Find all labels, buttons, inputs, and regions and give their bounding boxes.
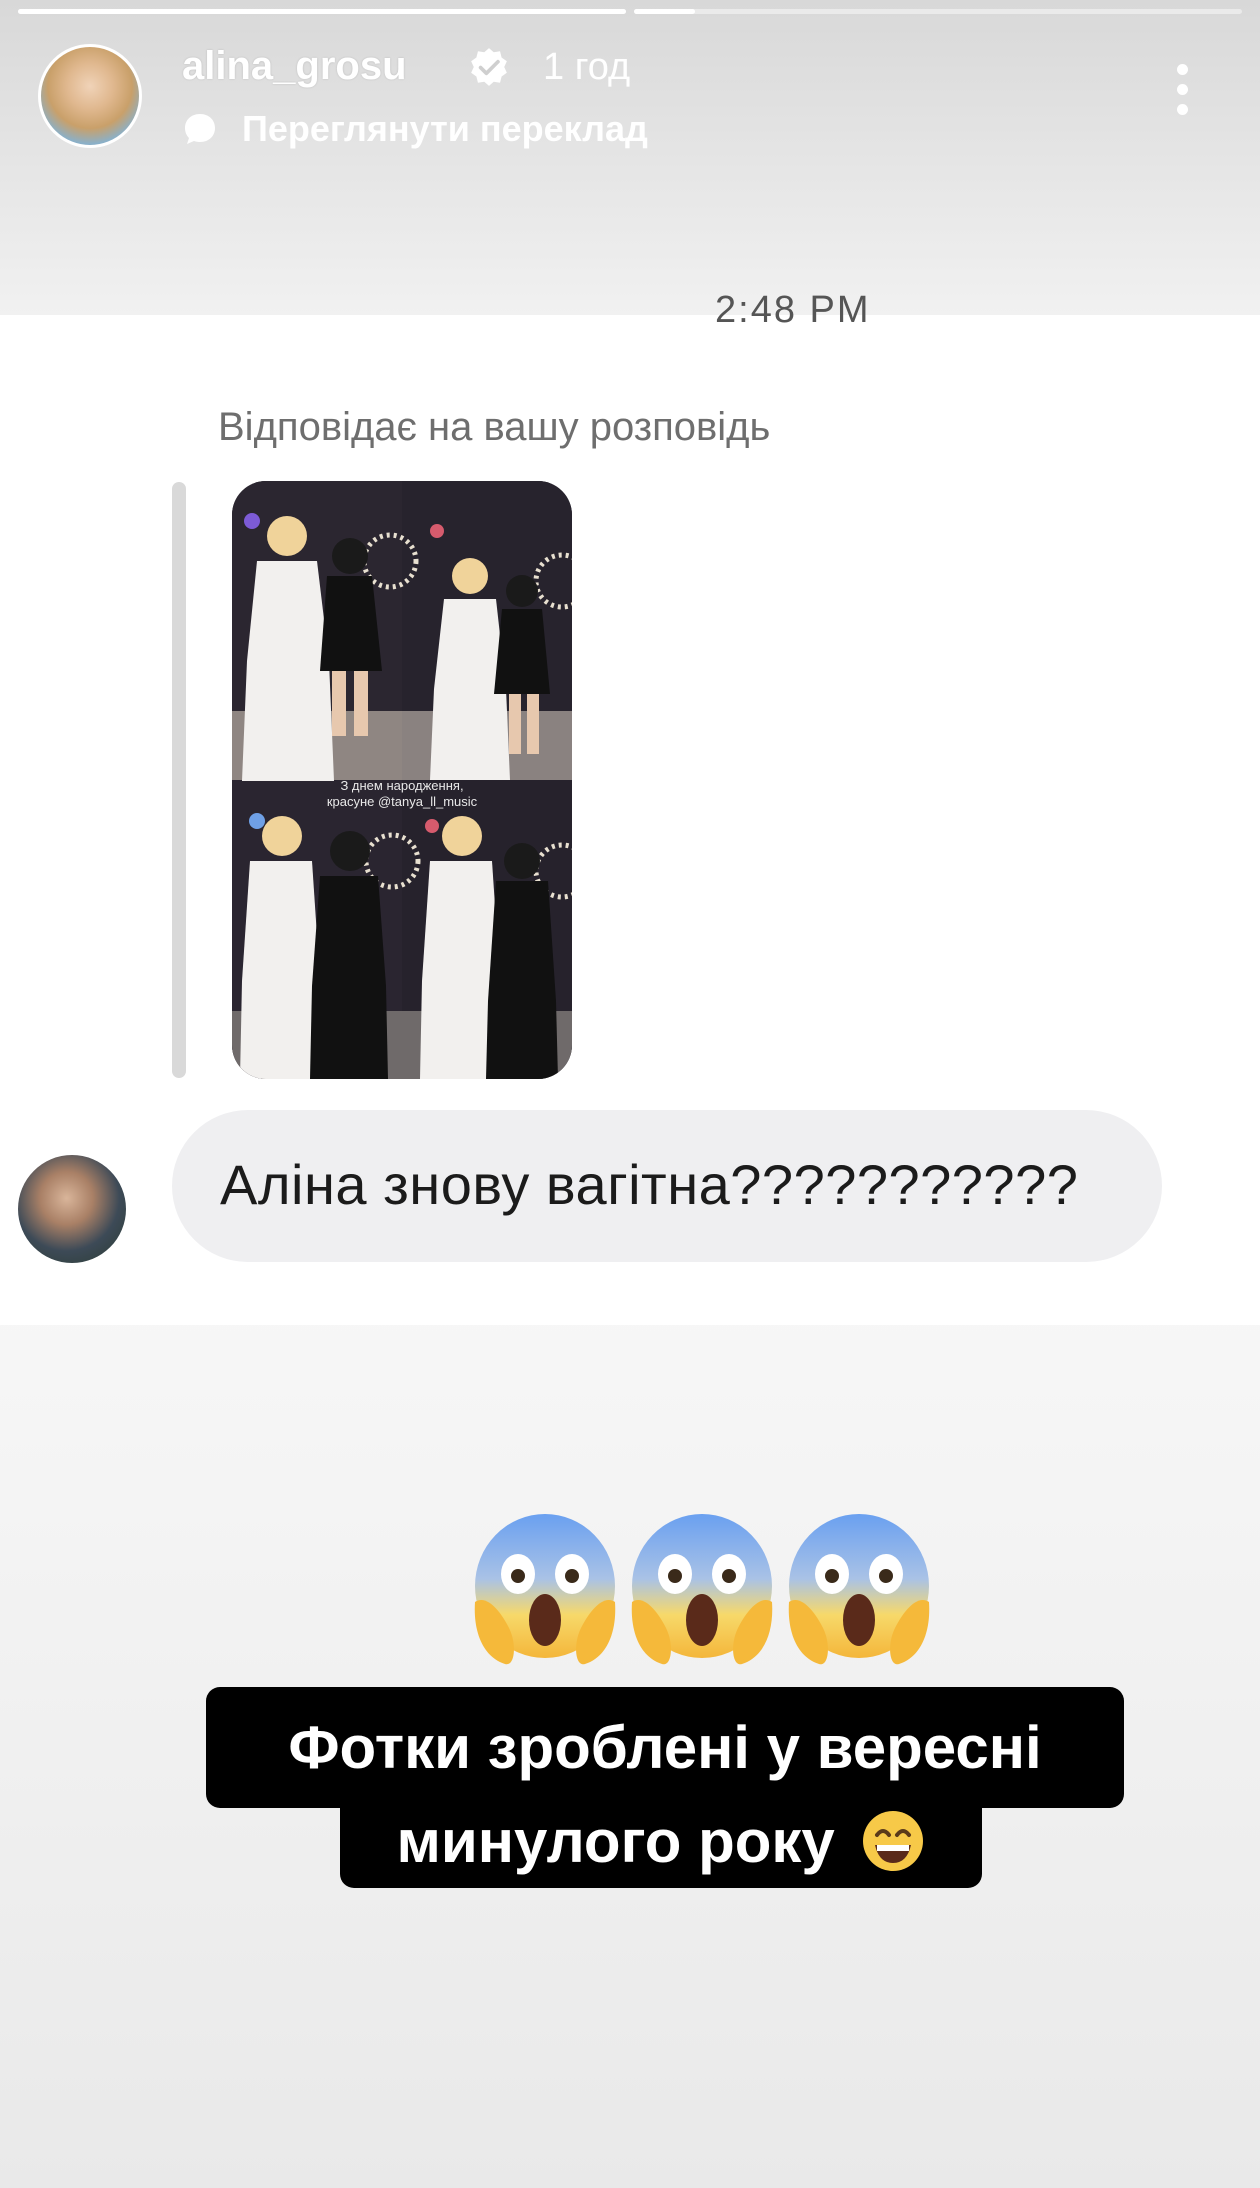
reply-indicator-bar: [172, 482, 186, 1078]
see-translation-label: Переглянути переклад: [242, 108, 648, 149]
message-text: Аліна знову вагітна???????????: [220, 1153, 1079, 1216]
author-username[interactable]: alina_grosu: [182, 44, 407, 89]
sender-avatar[interactable]: [18, 1155, 126, 1263]
more-dot: [1176, 64, 1188, 75]
story-caption-line-2: минулого року: [340, 1806, 982, 1888]
replied-story-thumbnail[interactable]: З днем народження, красуне @tanya_ll_mus…: [232, 481, 572, 1079]
emoji-sticker-row: [470, 1512, 941, 1668]
reply-context-label: Відповідає на вашу розповідь: [218, 405, 771, 449]
face-screaming-in-fear-icon: [788, 1514, 930, 1665]
story-progress-segment-2: [634, 9, 1242, 14]
story-caption-line-1: Фотки зроблені у вересні: [206, 1687, 1124, 1808]
author-avatar[interactable]: [38, 44, 142, 148]
more-dot: [1176, 104, 1188, 115]
story-thumbnail-caption-line2: красуне @tanya_ll_music: [326, 794, 478, 809]
face-screaming-in-fear-icon: [474, 1514, 616, 1665]
message-timestamp: 2:48 PM: [715, 292, 871, 328]
story-time-ago: 1 год: [543, 46, 631, 88]
more-dot: [1176, 84, 1188, 95]
story-caption-line-2-text: минулого року: [396, 1808, 835, 1875]
story-thumbnail-caption: З днем народження, красуне @tanya_ll_mus…: [232, 778, 572, 810]
story-thumbnail-caption-line1: З днем народження,: [340, 778, 464, 793]
story-progress-segment-1: [18, 9, 626, 14]
see-translation-button[interactable]: Переглянути переклад: [182, 108, 648, 150]
translate-icon: [185, 114, 215, 144]
face-screaming-in-fear-icon: [631, 1514, 773, 1665]
story-progress-fill-2: [634, 9, 695, 14]
story-progress-fill-1: [18, 9, 626, 14]
verified-badge-icon: [471, 48, 507, 86]
more-options-icon[interactable]: [1170, 64, 1194, 124]
grinning-face-icon: [863, 1811, 924, 1872]
